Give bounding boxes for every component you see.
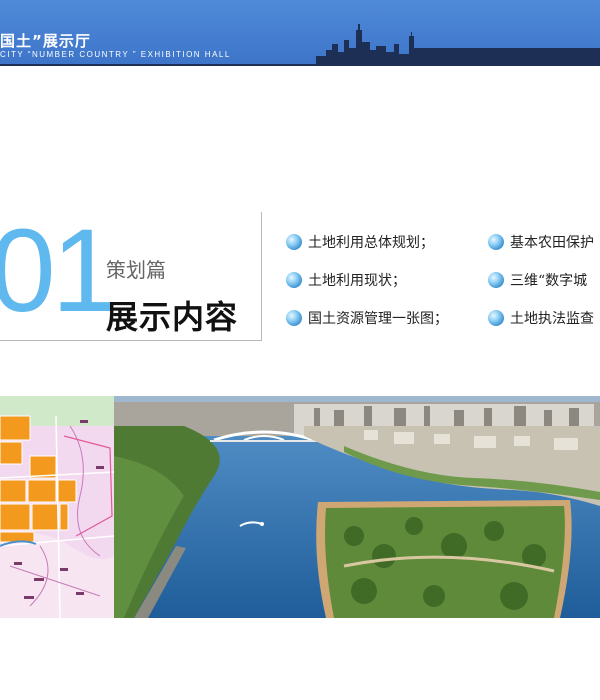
list-item: 土地利用总体规划； [286, 232, 434, 252]
heading-vertical-divider [261, 212, 262, 340]
sphere-bullet-icon [488, 234, 504, 250]
list-item-label: 土地利用总体规划； [308, 235, 434, 251]
list-item-label: 土地执法监查 [510, 311, 594, 327]
header-title: 国土”展示厅 [0, 32, 91, 50]
sphere-bullet-icon [286, 272, 302, 288]
sphere-bullet-icon [488, 310, 504, 326]
sphere-bullet-icon [286, 234, 302, 250]
section-title: 展示内容 [106, 298, 239, 336]
list-item-label: 三维“数字城 [510, 273, 588, 289]
sphere-bullet-icon [488, 272, 504, 288]
content-list: 土地利用总体规划； 土地利用现状； 国土资源管理一张图； 基本农田保护 三维“数… [286, 232, 600, 332]
header-banner: 国土”展示厅 CITY “NUMBER COUNTRY ” EXHIBITION… [0, 0, 600, 66]
header-subtitle: CITY “NUMBER COUNTRY ” EXHIBITION HALL [0, 50, 231, 59]
list-item-label: 土地利用现状； [308, 273, 406, 289]
list-item: 国土资源管理一张图； [286, 308, 448, 328]
land-use-map-image [0, 396, 114, 618]
list-item-label: 国土资源管理一张图； [308, 311, 448, 327]
city-skyline-icon [316, 24, 600, 66]
section-number: 01 [0, 205, 117, 337]
list-item-label: 基本农田保护 [510, 235, 594, 251]
section-subtitle: 策划篇 [106, 258, 166, 282]
heading-horizontal-divider [0, 340, 262, 341]
list-item: 基本农田保护 [488, 232, 594, 252]
list-item: 土地利用现状； [286, 270, 406, 290]
sphere-bullet-icon [286, 310, 302, 326]
aerial-river-photo [114, 396, 600, 618]
list-item: 三维“数字城 [488, 270, 587, 290]
header-divider [0, 64, 600, 66]
list-item: 土地执法监查 [488, 308, 594, 328]
